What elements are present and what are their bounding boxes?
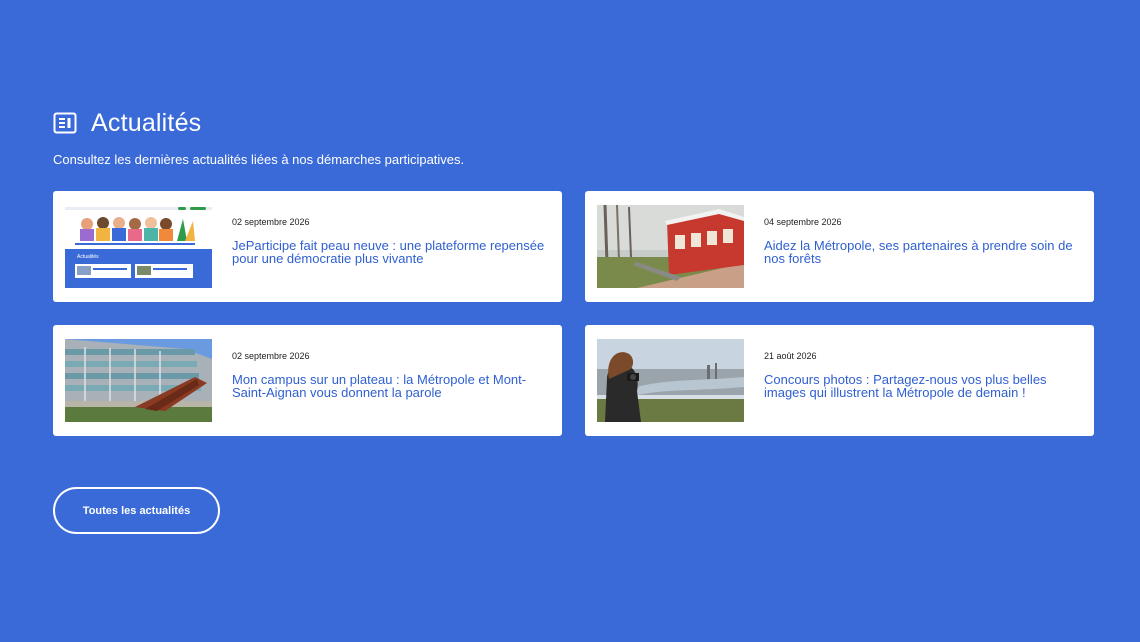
all-news-button[interactable]: Toutes les actualités (53, 487, 220, 534)
news-title[interactable]: JeParticipe fait peau neuve : une platef… (232, 239, 550, 265)
page-title: Actualités (91, 108, 202, 137)
news-thumbnail (597, 205, 744, 288)
news-card[interactable]: 04 septembre 2026 Aidez la Métropole, se… (585, 191, 1094, 302)
news-title[interactable]: Aidez la Métropole, ses partenaires à pr… (764, 239, 1082, 265)
news-date: 02 septembre 2026 (232, 216, 310, 227)
section-subtitle: Consultez les dernières actualités liées… (53, 152, 465, 167)
news-card[interactable]: 02 septembre 2026 Mon campus sur un plat… (53, 325, 562, 436)
news-thumbnail (597, 339, 744, 422)
newspaper-icon (53, 112, 77, 134)
news-grid: Actualités 02 septembre 2026 JeParticipe… (53, 191, 1094, 436)
news-title[interactable]: Mon campus sur un plateau : la Métropole… (232, 373, 550, 399)
news-date: 21 août 2026 (764, 350, 817, 361)
news-section: Actualités Consultez les dernières actua… (53, 108, 1094, 436)
news-card[interactable]: 21 août 2026 Concours photos : Partagez-… (585, 325, 1094, 436)
news-card-body: 02 septembre 2026 Mon campus sur un plat… (232, 351, 550, 399)
news-thumbnail (65, 339, 212, 422)
news-thumbnail: Actualités (65, 205, 212, 288)
news-title[interactable]: Concours photos : Partagez-nous vos plus… (764, 373, 1082, 399)
news-card-body: 21 août 2026 Concours photos : Partagez-… (764, 351, 1082, 399)
news-date: 02 septembre 2026 (232, 350, 310, 361)
news-date: 04 septembre 2026 (764, 216, 842, 227)
section-heading: Actualités (53, 108, 1094, 137)
news-card[interactable]: Actualités 02 septembre 2026 JeParticipe… (53, 191, 562, 302)
news-card-body: 04 septembre 2026 Aidez la Métropole, se… (764, 217, 1082, 265)
news-card-body: 02 septembre 2026 JeParticipe fait peau … (232, 217, 550, 265)
thumbnail-label: Actualités (77, 254, 99, 260)
